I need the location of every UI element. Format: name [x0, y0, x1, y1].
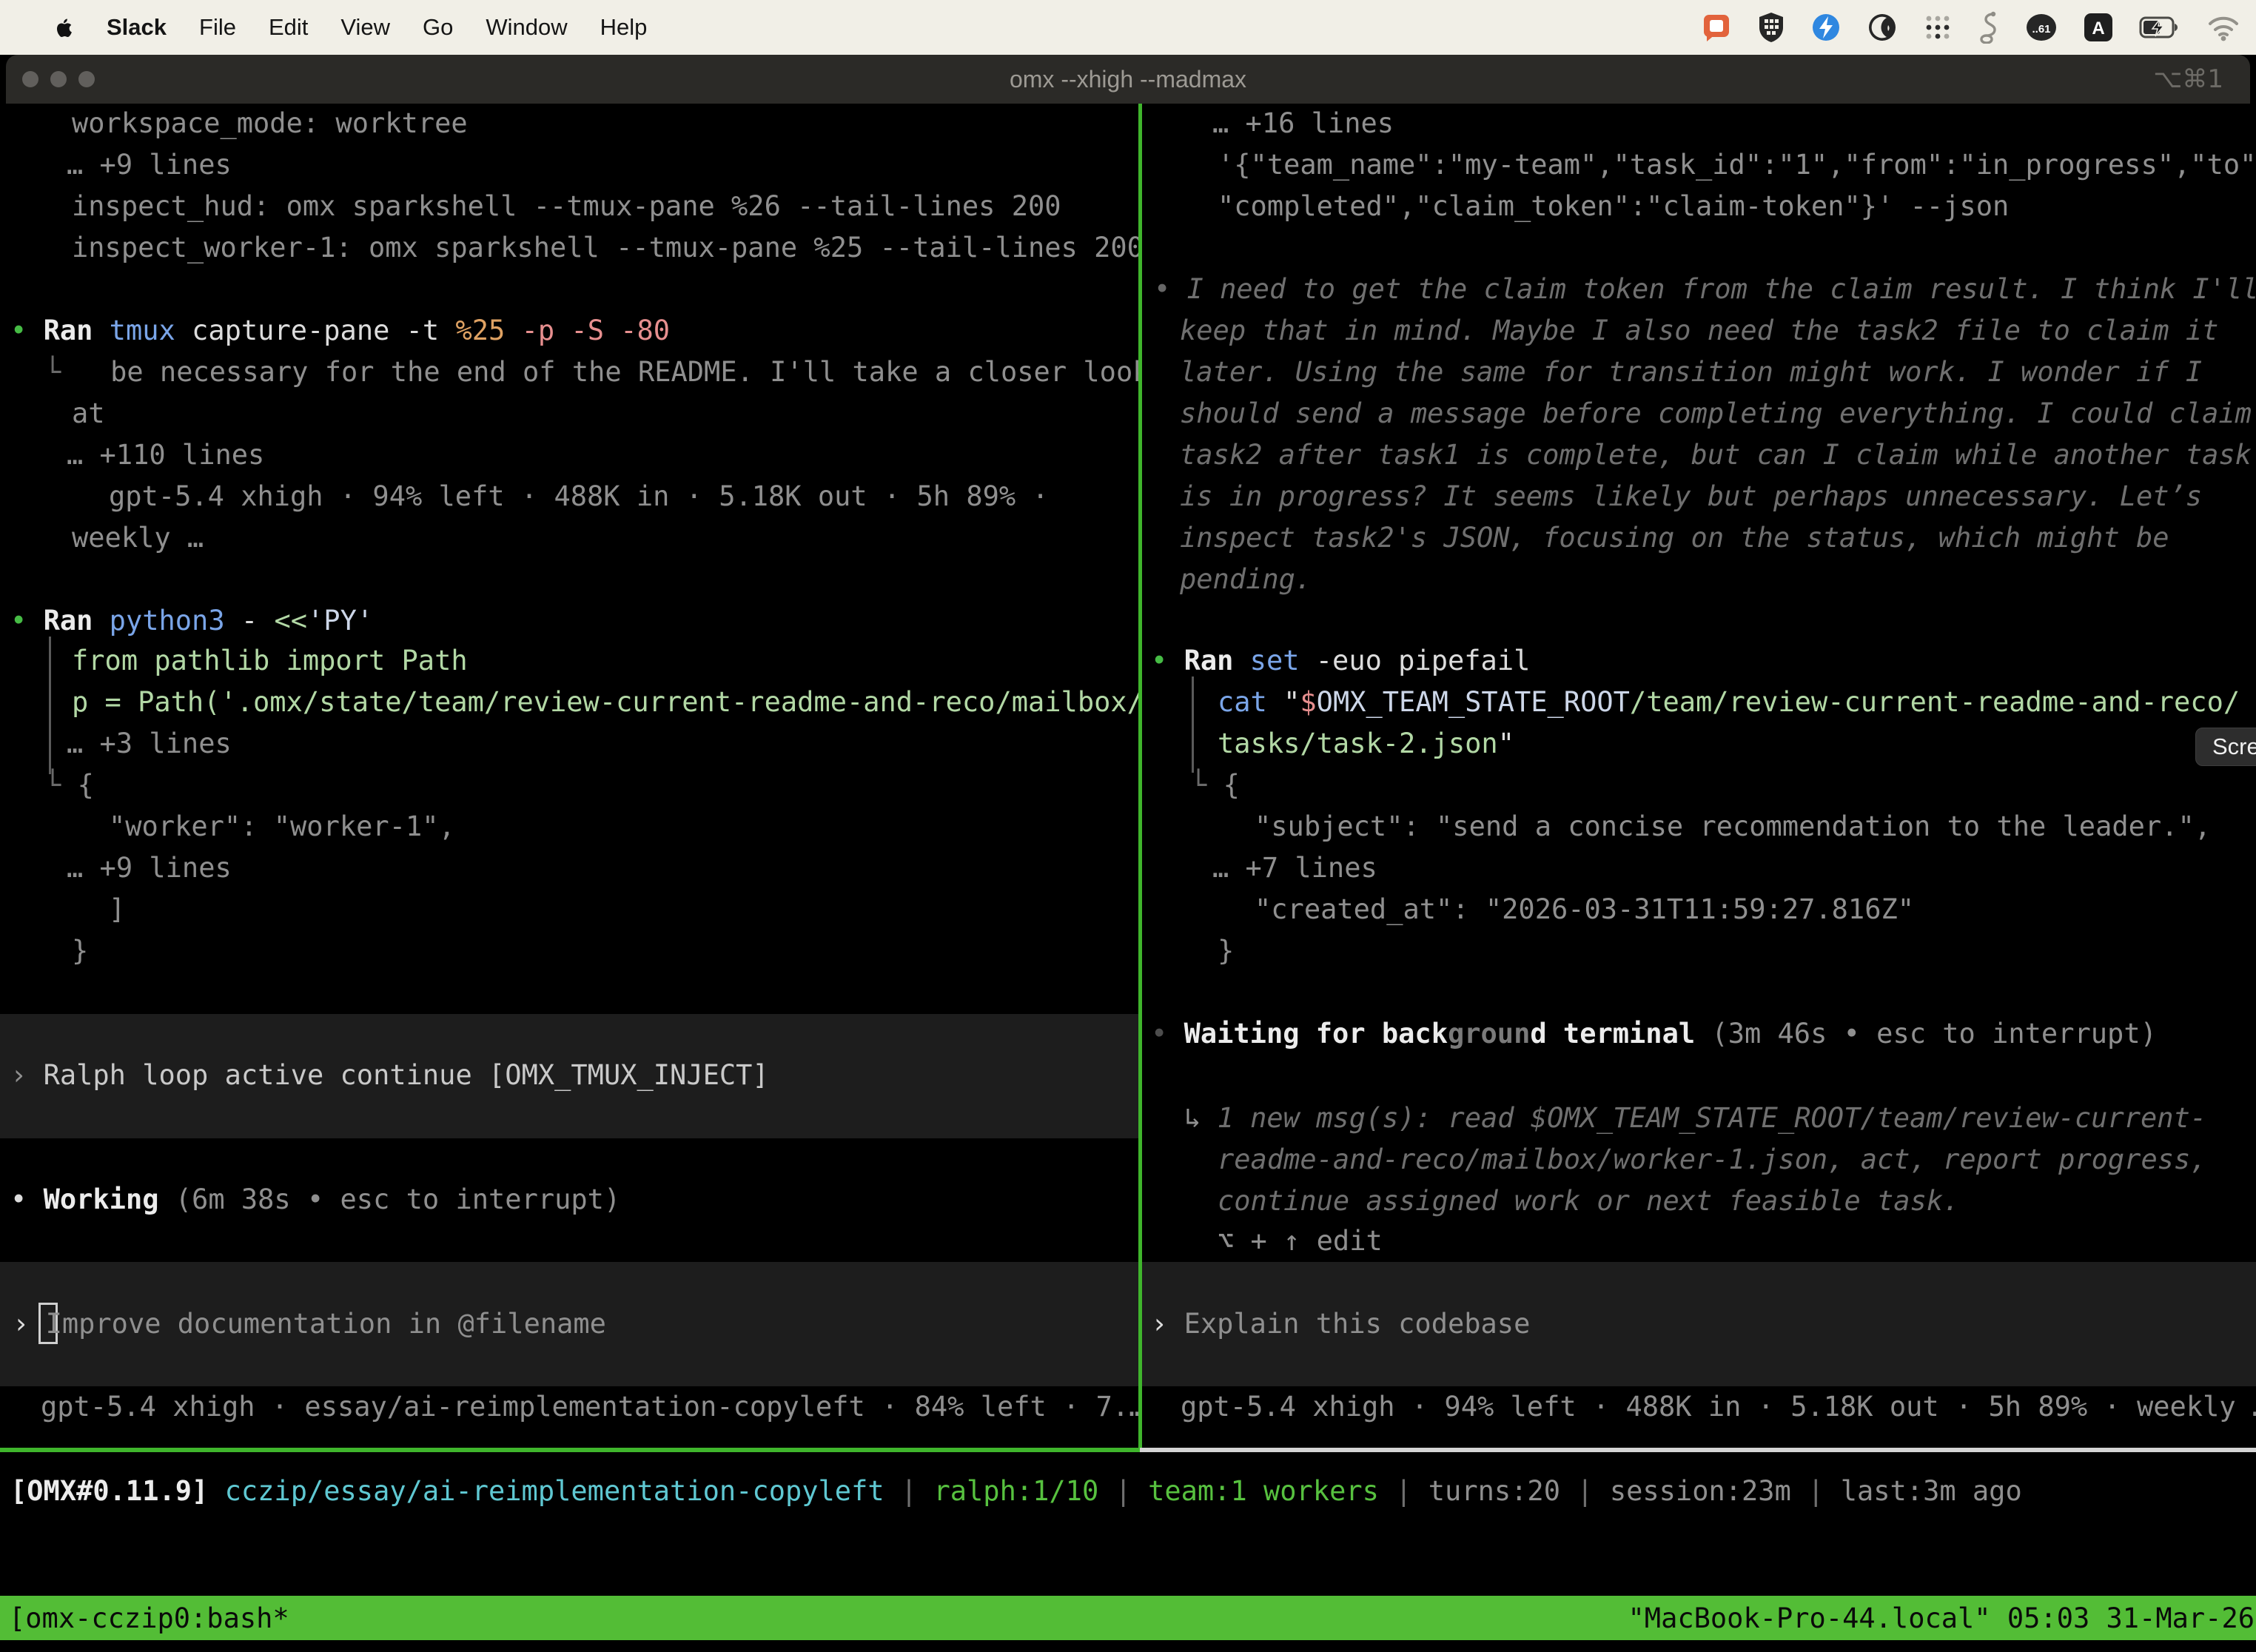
- terminal-line: continue assigned work or next feasible …: [1218, 1181, 1959, 1220]
- terminal-line: inspect_worker-1: omx sparkshell --tmux-…: [72, 228, 1140, 267]
- terminal-line: "completed","claim_token":"claim-token"}…: [1218, 187, 2009, 226]
- terminal-line: • Working (6m 38s • esc to interrupt): [10, 1180, 620, 1219]
- terminal-line: cat "$OMX_TEAM_STATE_ROOT/team/review-cu…: [1218, 682, 2240, 722]
- terminal-line: • Ran python3 - <<'PY': [10, 601, 373, 640]
- left-pane: workspace_mode: worktree… +9 linesinspec…: [0, 104, 1140, 1448]
- count-badge-label: ..61: [2032, 23, 2050, 36]
- terminal-line: keep that in mind. Maybe I also need the…: [1180, 311, 2218, 350]
- terminal-line: should send a message before completing …: [1180, 394, 2252, 433]
- terminal-line: ↳ 1 new msg(s): read $OMX_TEAM_STATE_ROO…: [1184, 1098, 2206, 1138]
- terminal-line: p = Path('.omx/state/team/review-current…: [72, 682, 1140, 722]
- terminal-line: }: [72, 931, 88, 970]
- terminal-line: readme-and-reco/mailbox/worker-1.json, a…: [1218, 1140, 2207, 1179]
- menu-item-go[interactable]: Go: [423, 14, 453, 41]
- crescent-app-icon[interactable]: [1867, 12, 1898, 43]
- terminal-line: pending.: [1180, 560, 1312, 599]
- input-source-icon[interactable]: A: [2083, 12, 2114, 43]
- count-badge-icon[interactable]: ..61: [2025, 12, 2058, 43]
- menu-bar: Slack File Edit View Go Window Help: [0, 0, 2256, 55]
- screenshot-overlay-button[interactable]: Scre: [2195, 728, 2256, 766]
- terminal-line: "worker": "worker-1",: [109, 807, 455, 846]
- window-title-bar: omx --xhigh --madmax ⌥⌘1: [6, 55, 2250, 104]
- menu-item-edit[interactable]: Edit: [269, 14, 308, 41]
- terminal-line: '{"team_name":"my-team","task_id":"1","f…: [1218, 145, 2256, 184]
- right-pane-bottom-border: [1140, 1448, 2256, 1452]
- terminal-line: gpt-5.4 xhigh · 94% left · 488K in · 5.1…: [109, 477, 1049, 516]
- terminal-line: ]: [109, 890, 125, 929]
- terminal-line: › Improve documentation in @filename: [13, 1304, 606, 1343]
- terminal-line: … +3 lines: [67, 724, 232, 763]
- terminal-line: inspect_hud: omx sparkshell --tmux-pane …: [72, 187, 1061, 226]
- terminal-line: └ {: [1190, 765, 1240, 805]
- terminal-line: └ {: [44, 765, 94, 805]
- shield-grid-icon[interactable]: [1757, 12, 1785, 43]
- terminal: workspace_mode: worktree… +9 linesinspec…: [0, 104, 2256, 1652]
- terminal-line: • Ran tmux capture-pane -t %25 -p -S -80: [10, 311, 670, 350]
- terminal-line: gpt-5.4 xhigh · essay/ai-reimplementatio…: [41, 1387, 1140, 1426]
- terminal-line: inspect task2's JSON, focusing on the st…: [1180, 518, 2169, 557]
- right-pane: … +16 lines'{"team_name":"my-team","task…: [1141, 104, 2256, 1448]
- wifi-icon[interactable]: [2206, 13, 2241, 41]
- window-title: omx --xhigh --madmax: [6, 66, 2250, 93]
- tmux-status-bar: [omx-cczip0:bash* "MacBook-Pro-44.local"…: [0, 1596, 2256, 1640]
- left-pane-bottom-border: [0, 1448, 1140, 1452]
- window-shortcut-hint: ⌥⌘1: [2153, 64, 2223, 94]
- squiggle-icon[interactable]: [1978, 11, 2000, 44]
- terminal-line: › Ralph loop active continue [OMX_TMUX_I…: [10, 1055, 769, 1095]
- terminal-line: └ be necessary for the end of the README…: [44, 352, 1140, 392]
- terminal-line: gpt-5.4 xhigh · 94% left · 488K in · 5.1…: [1181, 1387, 2256, 1426]
- battery-charging-icon[interactable]: [2139, 12, 2181, 43]
- terminal-line: [OMX#0.11.9] cczip/essay/ai-reimplementa…: [10, 1471, 2022, 1511]
- terminal-line: tasks/task-2.json": [1218, 724, 1514, 763]
- terminal-line: }: [1218, 931, 1234, 970]
- terminal-line: later. Using the same for transition mig…: [1180, 352, 2202, 392]
- menu-item-app[interactable]: Slack: [107, 14, 167, 41]
- terminal-line: … +16 lines: [1212, 104, 1394, 143]
- terminal-line: … +110 lines: [67, 435, 264, 474]
- terminal-line: is in progress? It seems likely but perh…: [1180, 477, 2202, 516]
- chat-app-icon[interactable]: [1701, 12, 1732, 43]
- output-guide-line: [49, 637, 51, 774]
- terminal-line: "created_at": "2026-03-31T11:59:27.816Z": [1255, 890, 1914, 929]
- tmux-host-clock: "MacBook-Pro-44.local" 05:03 31-Mar-26: [1628, 1602, 2256, 1634]
- terminal-line: task2 after task1 is complete, but can I…: [1180, 435, 2252, 474]
- terminal-line: › Explain this codebase: [1151, 1304, 1530, 1343]
- terminal-line: ⌥ + ↑ edit: [1218, 1221, 1383, 1260]
- terminal-line: • Ran set -euo pipefail: [1151, 641, 1530, 680]
- terminal-line: workspace_mode: worktree: [72, 104, 468, 143]
- terminal-line: • I need to get the claim token from the…: [1154, 269, 2256, 309]
- terminal-line: "subject": "send a concise recommendatio…: [1255, 807, 2211, 846]
- lightning-badge-icon[interactable]: [1810, 12, 1842, 43]
- menu-item-file[interactable]: File: [199, 14, 236, 41]
- input-source-label: A: [2092, 19, 2104, 38]
- pane-divider[interactable]: [1138, 104, 1142, 1451]
- menu-item-view[interactable]: View: [340, 14, 390, 41]
- terminal-line: from pathlib import Path: [72, 641, 468, 680]
- terminal-line: • Waiting for background terminal (3m 46…: [1151, 1014, 2157, 1053]
- tmux-session-label: [omx-cczip0:bash*: [0, 1602, 289, 1634]
- apple-menu-icon[interactable]: [52, 15, 74, 40]
- terminal-line: … +9 lines: [67, 848, 232, 887]
- screen: Slack File Edit View Go Window Help: [0, 0, 2256, 1652]
- menu-item-window[interactable]: Window: [486, 14, 567, 41]
- terminal-line: … +9 lines: [67, 145, 232, 184]
- dot-grid-icon[interactable]: [1923, 13, 1953, 42]
- output-guide-line: [1192, 676, 1194, 773]
- terminal-line: at: [72, 394, 105, 433]
- terminal-line: … +7 lines: [1212, 848, 1377, 887]
- status-line: [OMX#0.11.9] cczip/essay/ai-reimplementa…: [10, 1471, 2246, 1511]
- menu-item-help[interactable]: Help: [600, 14, 648, 41]
- terminal-line: weekly …: [72, 518, 204, 557]
